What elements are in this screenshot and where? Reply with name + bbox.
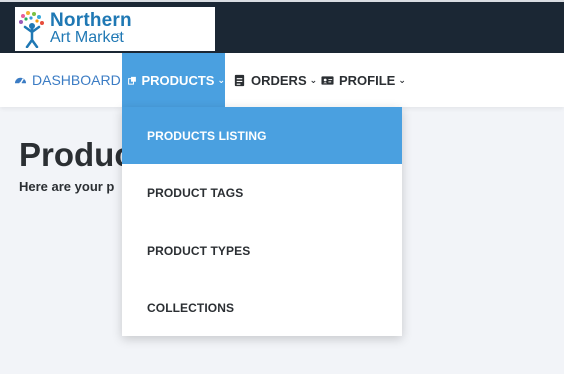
brand-tiny: LLC xyxy=(116,32,122,41)
speedometer-icon xyxy=(14,77,27,84)
nav-products[interactable]: PRODUCTS ⌄ xyxy=(122,53,225,107)
tree-person-icon xyxy=(19,11,44,48)
nav-products-label: PRODUCTS xyxy=(141,72,215,88)
id-card-icon xyxy=(321,75,334,85)
nav-orders[interactable]: ORDERS ⌄ xyxy=(233,53,317,107)
page-subtitle: Here are your p xyxy=(19,179,115,194)
menu-item-product-types[interactable]: PRODUCT TYPES xyxy=(122,222,402,279)
top-header: Northern Art Market LLC xyxy=(0,0,564,53)
nav-profile[interactable]: PROFILE ⌄ xyxy=(321,53,406,107)
nav-dashboard-label: DASHBOARD xyxy=(32,72,121,88)
nav-profile-label: PROFILE xyxy=(339,72,396,88)
nav-dashboard[interactable]: DASHBOARD xyxy=(14,53,121,107)
products-dropdown-menu: PRODUCTS LISTING PRODUCT TAGS PRODUCT TY… xyxy=(122,107,402,336)
boxes-icon xyxy=(128,76,136,85)
page-title: Produc xyxy=(19,136,133,173)
menu-item-product-tags[interactable]: PRODUCT TAGS xyxy=(122,164,402,221)
chevron-down-icon: ⌄ xyxy=(217,74,225,85)
nav-orders-label: ORDERS xyxy=(251,72,307,88)
clipboard-list-icon xyxy=(234,74,245,86)
menu-item-collections[interactable]: COLLECTIONS xyxy=(122,279,402,336)
main-navbar: DASHBOARD PRODUCTS ⌄ ORDERS ⌄ PROFILE ⌄ xyxy=(0,53,564,107)
brand-logo[interactable]: Northern Art Market LLC xyxy=(15,7,215,51)
chevron-down-icon: ⌄ xyxy=(398,74,406,85)
menu-item-products-listing[interactable]: PRODUCTS LISTING xyxy=(122,107,402,164)
brand-line2: Art Market xyxy=(50,29,124,46)
chevron-down-icon: ⌄ xyxy=(309,74,318,85)
